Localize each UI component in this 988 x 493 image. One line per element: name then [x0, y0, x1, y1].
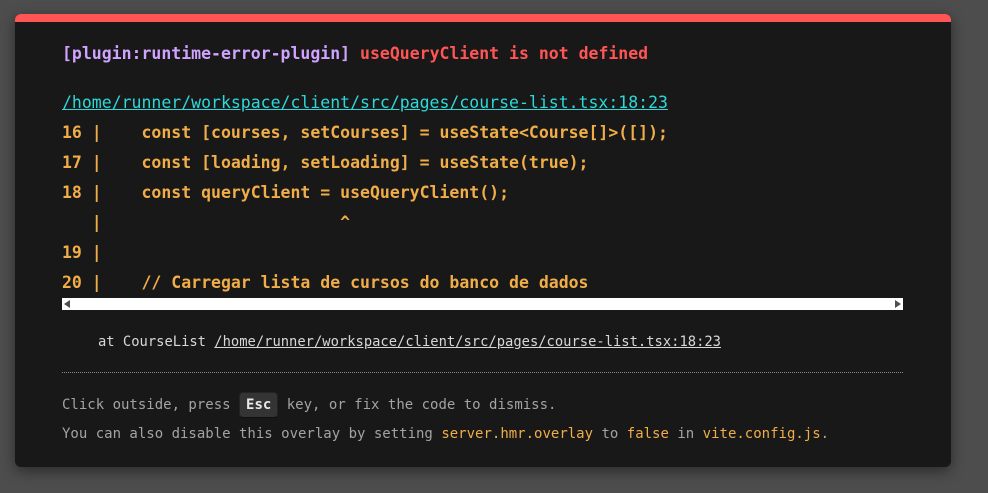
- tip-text: Click outside, press: [62, 397, 231, 413]
- tip-text: in: [677, 426, 695, 442]
- code-frame-scrollbar[interactable]: [62, 298, 903, 310]
- esc-key-badge: Esc: [239, 392, 279, 418]
- tip-text: key, or fix the code to dismiss.: [286, 397, 557, 413]
- stack-trace: at CourseList /home/runner/workspace/cli…: [98, 334, 721, 350]
- error-file-link[interactable]: /home/runner/workspace/client/src/pages/…: [62, 93, 668, 112]
- scroll-left-arrow-icon[interactable]: [64, 300, 70, 308]
- code-frame: 16 | const [courses, setCourses] = useSt…: [62, 118, 903, 298]
- plugin-label: [plugin:runtime-error-plugin]: [62, 44, 351, 63]
- code-line-caret: | ^: [62, 213, 351, 232]
- tip-text: to: [601, 426, 619, 442]
- code-line: 19 |: [62, 243, 102, 262]
- tip-text: .: [820, 426, 830, 442]
- error-text: useQueryClient is not defined: [360, 44, 649, 63]
- error-accent-bar: [15, 14, 951, 22]
- divider: [62, 372, 903, 373]
- code-line: 18 | const queryClient = useQueryClient(…: [62, 183, 510, 202]
- code-line: 17 | const [loading, setLoading] = useSt…: [62, 153, 589, 172]
- setting-value: false: [626, 426, 669, 442]
- disable-overlay-tip: You can also disable this overlay by set…: [62, 422, 829, 446]
- tip-text: You can also disable this overlay by set…: [62, 426, 433, 442]
- error-message: [plugin:runtime-error-plugin] useQueryCl…: [62, 44, 648, 63]
- config-file-name: vite.config.js: [702, 426, 821, 442]
- code-line: 20 | // Carregar lista de cursos do banc…: [62, 273, 589, 292]
- setting-name: server.hmr.overlay: [441, 426, 594, 442]
- stack-prefix: at CourseList: [98, 334, 206, 350]
- error-overlay-window: [plugin:runtime-error-plugin] useQueryCl…: [15, 14, 951, 467]
- scroll-right-arrow-icon[interactable]: [895, 300, 901, 308]
- dismiss-tip: Click outside, press Esc key, or fix the…: [62, 392, 556, 418]
- code-line: 16 | const [courses, setCourses] = useSt…: [62, 123, 668, 142]
- stack-file-link[interactable]: /home/runner/workspace/client/src/pages/…: [214, 334, 721, 350]
